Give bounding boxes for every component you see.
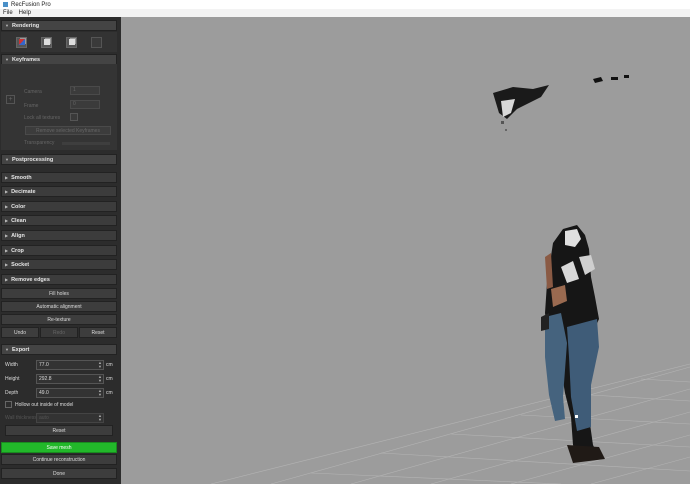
continue-reconstruction-button[interactable]: Continue reconstruction [1, 454, 117, 465]
camera-stepper: 1 [70, 86, 100, 95]
frame-label: Frame [24, 103, 39, 109]
section-label: Keyframes [11, 56, 41, 63]
section-label: Decimate [11, 188, 36, 195]
export-reset-button[interactable]: Reset [5, 425, 113, 436]
spin-arrows-icon[interactable]: ▲ ▼ [98, 361, 102, 369]
fill-holes-button[interactable]: Fill holes [1, 288, 117, 299]
section-socket[interactable]: ▶ Socket [1, 259, 117, 270]
expand-down-icon: ▼ [5, 57, 9, 62]
lock-textures-label: Lock all textures [24, 115, 61, 121]
section-color[interactable]: ▶ Color [1, 201, 117, 212]
floor-grid [210, 363, 690, 484]
section-label: Color [11, 203, 26, 210]
transparency-label: Transparency [24, 140, 55, 146]
wireframe-render-icon[interactable] [66, 36, 77, 48]
depth-value: 49.0 [39, 390, 49, 396]
sidebar: ▼ Rendering ▼ Keyframes + Camera 1 Frame… [0, 17, 121, 484]
depth-label: Depth [5, 390, 19, 396]
render-mode-toolbar [1, 32, 117, 52]
transparency-slider [62, 142, 110, 145]
spin-arrows-icon[interactable]: ▲ ▼ [98, 375, 102, 383]
undo-button[interactable]: Undo [1, 327, 39, 338]
title-bar: RecFusion Pro [0, 0, 690, 9]
section-label: Smooth [11, 174, 32, 181]
section-align[interactable]: ▶ Align [1, 230, 117, 241]
expand-down-icon: ▼ [5, 157, 9, 162]
menu-help[interactable]: Help [16, 10, 34, 16]
remove-keyframes-button: Remove selected Keyframes [25, 126, 111, 135]
expand-down-icon: ▼ [5, 347, 9, 352]
depth-unit: cm [106, 390, 113, 396]
save-mesh-button[interactable]: Save mesh [1, 442, 117, 453]
camera-label: Camera [24, 89, 42, 95]
add-keyframe-icon: + [6, 95, 15, 104]
automatic-alignment-button[interactable]: Automatic alignment [1, 301, 117, 312]
section-label: Remove edges [11, 276, 50, 283]
color-render-icon[interactable] [16, 36, 27, 48]
section-label: Export [11, 346, 30, 353]
wall-thickness-stepper: auto ▲ ▼ [36, 413, 104, 423]
redo-button[interactable]: Redo [40, 327, 78, 338]
section-label: Clean [11, 217, 27, 224]
depth-stepper[interactable]: 49.0 ▲ ▼ [36, 388, 104, 398]
height-value: 292.8 [39, 376, 52, 382]
height-label: Height [5, 376, 20, 382]
expand-right-icon: ▶ [5, 262, 9, 267]
reset-button[interactable]: Reset [79, 327, 117, 338]
section-label: Socket [11, 261, 30, 268]
section-decimate[interactable]: ▶ Decimate [1, 186, 117, 197]
frame-stepper: 0 [70, 100, 100, 109]
expand-right-icon: ▶ [5, 233, 9, 238]
shaded-render-icon[interactable] [41, 36, 52, 48]
expand-down-icon: ▼ [5, 23, 9, 28]
section-label: Align [11, 232, 25, 239]
spin-arrows-icon[interactable]: ▲ ▼ [98, 389, 102, 397]
menu-file[interactable]: File [0, 10, 16, 16]
expand-right-icon: ▶ [5, 189, 9, 194]
3d-viewport[interactable] [121, 17, 690, 484]
hollow-out-checkbox[interactable] [5, 401, 12, 408]
section-crop[interactable]: ▶ Crop [1, 245, 117, 256]
width-unit: cm [106, 362, 113, 368]
3d-scene[interactable] [121, 17, 690, 484]
expand-right-icon: ▶ [5, 277, 9, 282]
section-label: Rendering [11, 22, 40, 29]
expand-right-icon: ▶ [5, 218, 9, 223]
expand-right-icon: ▶ [5, 204, 9, 209]
height-stepper[interactable]: 292.8 ▲ ▼ [36, 374, 104, 384]
scan-fragment-head [493, 85, 549, 131]
app-icon [3, 2, 8, 7]
points-render-icon[interactable] [91, 36, 102, 48]
menu-bar: File Help [0, 9, 690, 17]
section-label: Postprocessing [11, 156, 54, 163]
expand-right-icon: ▶ [5, 248, 9, 253]
section-postprocessing[interactable]: ▼ Postprocessing [1, 154, 117, 165]
section-label: Crop [11, 247, 24, 254]
app-title: RecFusion Pro [11, 1, 51, 8]
width-stepper[interactable]: 77.0 ▲ ▼ [36, 360, 104, 370]
lock-textures-checkbox [70, 113, 78, 121]
section-export[interactable]: ▼ Export [1, 344, 117, 355]
height-unit: cm [106, 376, 113, 382]
section-smooth[interactable]: ▶ Smooth [1, 172, 117, 183]
spin-arrows-icon: ▲ ▼ [98, 413, 102, 422]
section-remove-edges[interactable]: ▶ Remove edges [1, 274, 117, 285]
wall-thickness-value: auto [39, 415, 49, 421]
done-button[interactable]: Done [1, 468, 117, 479]
section-rendering[interactable]: ▼ Rendering [1, 20, 117, 31]
scanned-person-mesh [541, 225, 605, 463]
hollow-out-label: Hollow out inside of model [15, 402, 74, 408]
section-clean[interactable]: ▶ Clean [1, 215, 117, 226]
width-value: 77.0 [39, 362, 49, 368]
width-label: Width [5, 362, 18, 368]
expand-right-icon: ▶ [5, 175, 9, 180]
scan-fragment-small [593, 75, 629, 83]
retexture-button[interactable]: Re-texture [1, 314, 117, 325]
wall-thickness-label: Wall thickness [5, 415, 37, 421]
